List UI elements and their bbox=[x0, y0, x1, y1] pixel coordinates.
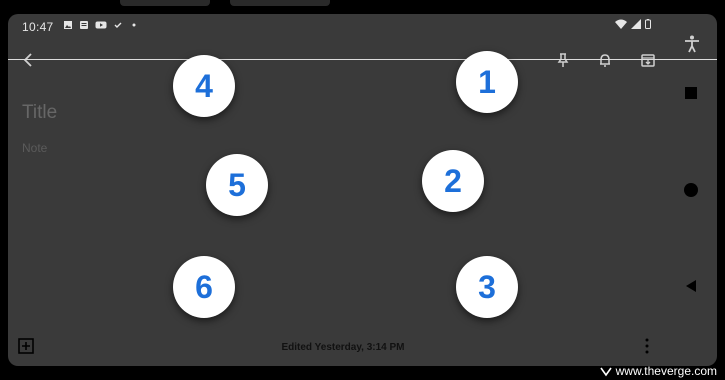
reminder-bell-icon[interactable] bbox=[596, 51, 614, 69]
accessibility-icon[interactable] bbox=[682, 34, 702, 54]
note-input[interactable] bbox=[22, 138, 422, 158]
status-bar: 10:47 bbox=[8, 14, 668, 38]
battery-icon bbox=[645, 19, 651, 29]
check-icon bbox=[114, 22, 122, 28]
overlay-badge-6: 6 bbox=[173, 256, 235, 318]
navigation-rail bbox=[668, 14, 717, 366]
overlay-badge-1: 1 bbox=[456, 51, 518, 113]
overlay-badge-5: 5 bbox=[206, 154, 268, 216]
add-box-icon[interactable] bbox=[18, 338, 34, 354]
back-arrow-icon[interactable] bbox=[20, 51, 38, 69]
status-system-icons bbox=[615, 19, 651, 29]
verge-logo-icon bbox=[599, 367, 612, 377]
watermark: www.theverge.com bbox=[599, 364, 717, 378]
watermark-text: www.theverge.com bbox=[615, 364, 717, 378]
dot-icon bbox=[132, 23, 136, 27]
home-circle-icon[interactable] bbox=[683, 182, 699, 198]
wifi-icon bbox=[615, 19, 627, 29]
recents-square-icon[interactable] bbox=[684, 86, 698, 100]
notes-app-icon bbox=[80, 21, 88, 29]
overlay-badge-2: 2 bbox=[422, 150, 484, 212]
image-icon bbox=[64, 21, 72, 29]
status-time: 10:47 bbox=[22, 20, 54, 34]
phone-screen: 10:47 Title Note Edited Yesterday, 3:14 … bbox=[8, 14, 717, 366]
youtube-icon bbox=[95, 21, 107, 29]
edited-timestamp: Edited Yesterday, 3:14 PM bbox=[281, 342, 405, 353]
bottom-bar: Edited Yesterday, 3:14 PM bbox=[8, 332, 668, 362]
bezel-highlight-right bbox=[230, 0, 330, 6]
more-vert-icon[interactable] bbox=[644, 338, 650, 354]
back-triangle-icon[interactable] bbox=[684, 279, 698, 293]
archive-icon[interactable] bbox=[639, 51, 657, 69]
bezel-highlight-left bbox=[120, 0, 210, 6]
overlay-badge-3: 3 bbox=[456, 256, 518, 318]
overlay-badge-4: 4 bbox=[173, 55, 235, 117]
status-notification-icons bbox=[63, 20, 139, 30]
signal-icon bbox=[631, 19, 641, 29]
toolbar-divider bbox=[8, 59, 717, 60]
pin-icon[interactable] bbox=[554, 51, 572, 69]
